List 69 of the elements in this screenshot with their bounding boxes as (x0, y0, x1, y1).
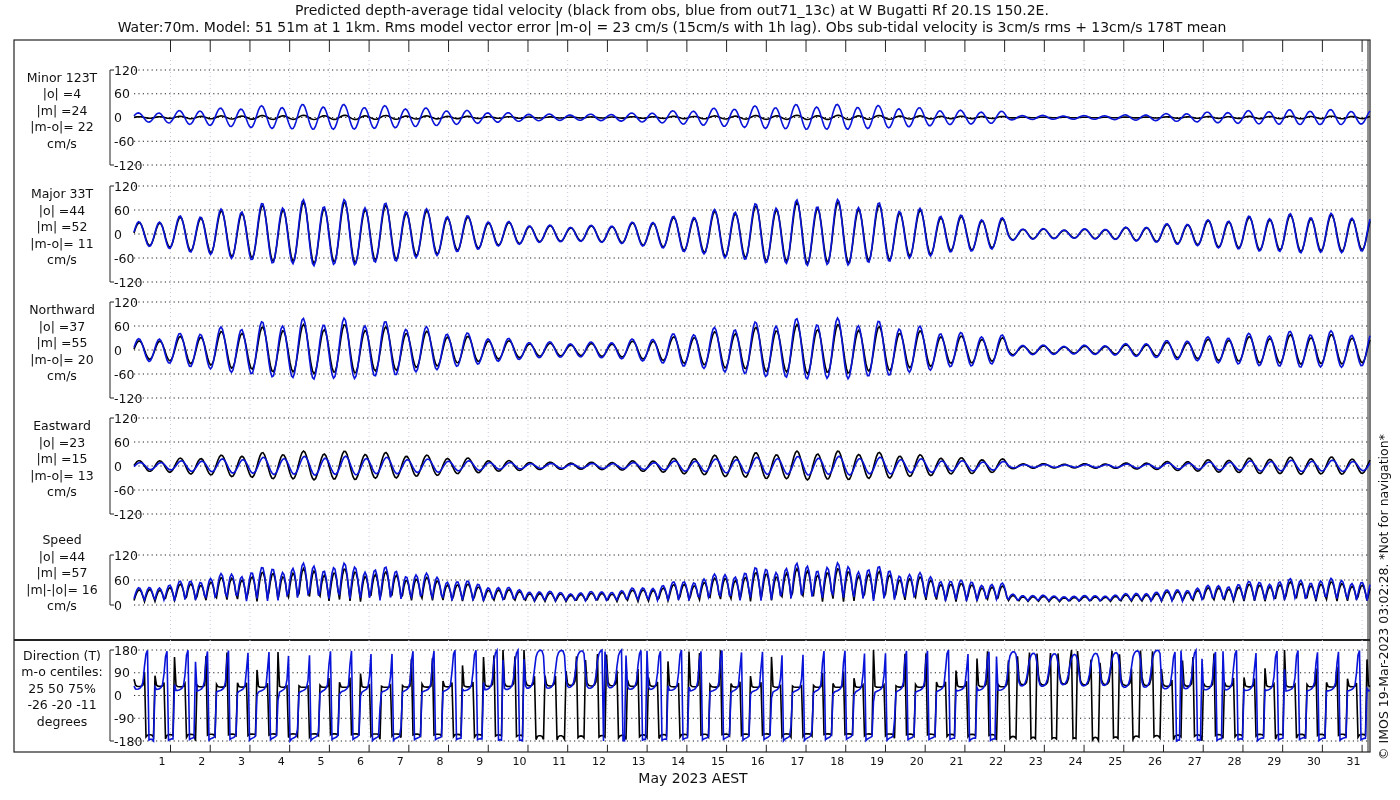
axis-tick-label: 60 (114, 86, 130, 102)
day-label: 28 (1227, 755, 1242, 768)
axis-tick-label: 90 (114, 665, 130, 681)
axis-tick-label: 120 (114, 410, 138, 426)
panel-label: Northward |o| =37 |m| =55 |m-o|= 20 cm/s (29, 302, 95, 383)
day-label: 1 (158, 755, 166, 768)
axis-tick-label: 0 (114, 342, 122, 358)
day-label: 15 (711, 755, 726, 768)
day-label: 4 (277, 755, 285, 768)
axis-tick-label: 0 (114, 597, 122, 613)
panel-label: Speed |o| =44 |m| =57 |m|-|o|= 16 cm/s (26, 532, 98, 613)
axis-tick-label: -120 (114, 390, 143, 406)
day-label: 16 (750, 755, 765, 768)
panel-label: Direction (T) m-o centiles: 25 50 75% -26 -20 -11 degrees (21, 647, 103, 729)
panel-label: Eastward |o| =23 |m| =15 |m-o|= 13 cm/s (30, 418, 94, 499)
axis-tick-label: -120 (114, 157, 143, 173)
axis-tick-label: -60 (114, 250, 135, 266)
day-label: 23 (1028, 755, 1043, 768)
axis-tick-label: -90 (114, 710, 135, 726)
panel-label: Minor 123T |o| =4 |m| =24 |m-o|= 22 cm/s (26, 69, 98, 151)
day-label: 24 (1068, 755, 1083, 768)
axis-tick-label: -60 (114, 133, 135, 149)
chart-subtitle: Water:70m. Model: 51 51m at 1 1km. Rms model vector error |m-o| = 23 cm/s (15cm/s with 1h lag). Obs sub-tidal velocity is 3cm/s rms + 13cm/s 178T mean (117, 19, 1227, 35)
day-label: 17 (790, 755, 805, 768)
day-label: 10 (512, 755, 527, 768)
day-label: 2 (198, 755, 206, 768)
axis-tick-label: 120 (114, 62, 138, 78)
day-label: 30 (1306, 755, 1321, 768)
day-label: 12 (591, 755, 606, 768)
axis-tick-label: 0 (114, 110, 122, 125)
day-label: 20 (909, 755, 924, 768)
axis-tick-label: 120 (114, 178, 138, 194)
axis-tick-label: 0 (114, 458, 122, 474)
axis-tick-label: -180 (114, 733, 143, 749)
axis-tick-label: 120 (114, 294, 138, 310)
day-label: 22 (989, 755, 1004, 768)
axis-tick-label: -60 (114, 366, 135, 382)
axis-tick-label: 0 (114, 688, 122, 703)
axis-tick-label: 0 (114, 226, 122, 242)
day-label: 14 (671, 755, 686, 768)
axis-tick-label: 60 (114, 572, 130, 588)
day-label: 26 (1148, 755, 1162, 768)
day-label: 13 (631, 755, 646, 768)
day-label: 18 (830, 755, 845, 768)
axis-tick-label: 60 (114, 202, 130, 218)
day-label: 31 (1346, 755, 1361, 768)
panel-label: Major 33T |o| =44 |m| =52 |m-o|= 11 cm/s (30, 186, 94, 267)
day-label: 5 (317, 755, 325, 768)
axis-tick-label: -120 (114, 506, 143, 522)
day-label: 11 (552, 755, 567, 768)
axis-tick-label: -60 (114, 482, 135, 498)
axis-tick-label: 60 (114, 318, 130, 334)
day-label: 3 (237, 755, 245, 768)
axis-tick-label: 180 (114, 642, 138, 658)
day-label: 7 (396, 755, 404, 768)
copyright-notice: © IMOS 19-Mar-2023 03:02:28. *Not for navigation* (1376, 434, 1391, 760)
axis-tick-label: 60 (114, 434, 130, 450)
day-label: 27 (1187, 755, 1202, 768)
chart-title: Predicted depth-average tidal velocity (black from obs, blue from out71_13c) at W Bugatti Rf 20.1S 150.2E. (295, 2, 1049, 18)
day-label: 8 (436, 755, 444, 768)
axis-tick-label: -120 (114, 274, 143, 290)
day-label: 19 (869, 755, 884, 768)
day-label: 21 (949, 755, 964, 768)
day-label: 25 (1108, 755, 1123, 768)
day-label: 29 (1267, 755, 1282, 768)
axis-title: May 2023 AEST (638, 770, 748, 786)
day-label: 9 (476, 755, 484, 768)
axis-tick-label: 120 (114, 547, 138, 563)
day-label: 6 (357, 755, 365, 768)
